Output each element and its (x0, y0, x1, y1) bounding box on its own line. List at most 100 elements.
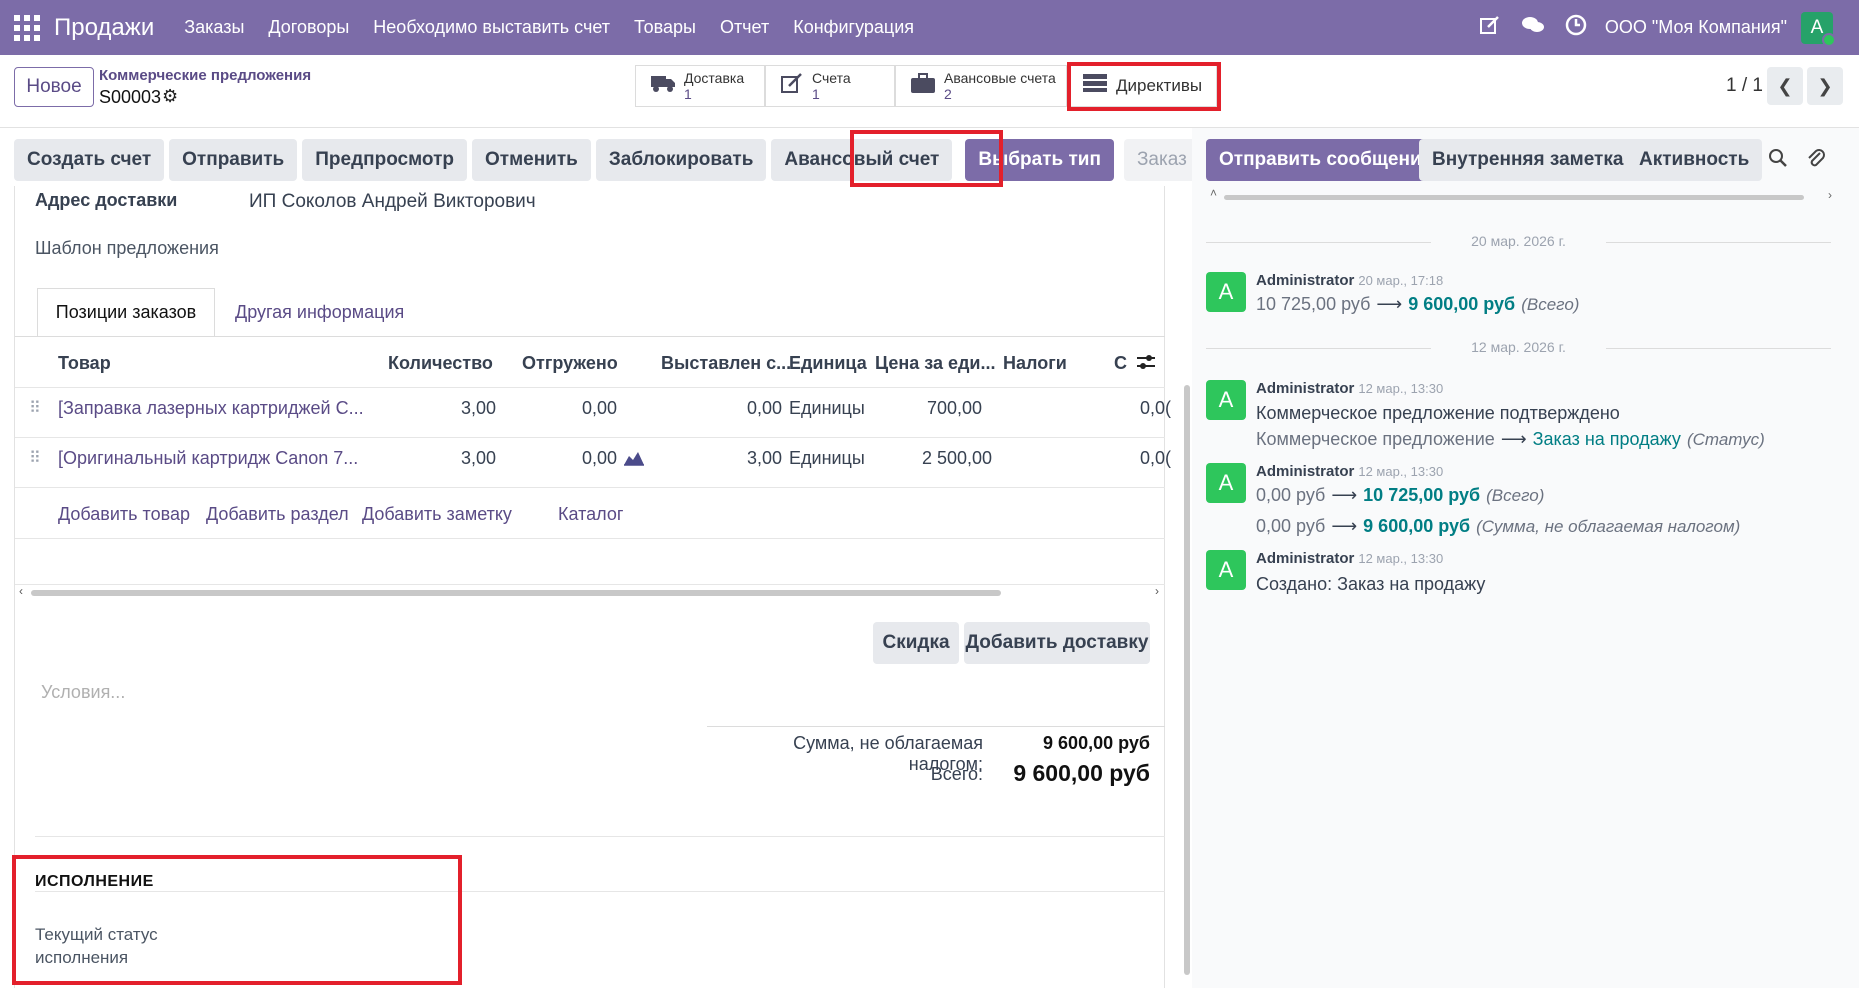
section-divider (35, 836, 1165, 837)
menu-products[interactable]: Товары (634, 17, 696, 38)
preview-button[interactable]: Предпросмотр (302, 139, 467, 181)
scroll-right-icon[interactable]: › (1828, 188, 1832, 202)
menu-report[interactable]: Отчет (720, 17, 769, 38)
breadcrumb-parent[interactable]: Коммерческие предложения (99, 67, 311, 84)
discount-button[interactable]: Скидка (873, 622, 959, 664)
forecast-chart-icon[interactable] (623, 450, 645, 472)
tracking-value: 0,00 руб ⟶ 10 725,00 руб (Всего) (1256, 485, 1545, 505)
template-label: Шаблон предложения (35, 238, 219, 258)
app-name[interactable]: Продажи (54, 14, 154, 42)
chatter-scrollbar[interactable] (1224, 195, 1804, 200)
col-unit-price[interactable]: Цена за еди... (875, 353, 996, 374)
message-time: 12 мар., 13:30 (1358, 381, 1444, 396)
user-avatar[interactable]: A (1801, 11, 1836, 47)
tab-order-lines[interactable]: Позиции заказов (37, 288, 215, 336)
company-switcher[interactable]: ООО "Моя Компания" (1605, 17, 1787, 38)
paperclip-icon[interactable] (1806, 147, 1826, 175)
smart-count: 1 (684, 86, 692, 102)
add-product-link[interactable]: Добавить товар (58, 504, 190, 525)
action-bar: Создать счет Отправить Предпросмотр Отме… (14, 139, 1312, 181)
new-button[interactable]: Новое (14, 67, 94, 107)
create-invoice-button[interactable]: Создать счет (14, 139, 165, 181)
smart-button-invoices[interactable]: Счета 1 (765, 65, 895, 107)
tracking-value: 0,00 руб ⟶ 9 600,00 руб (Сумма, не облагаем… (1256, 516, 1741, 536)
catalog-link[interactable]: Каталог (558, 504, 623, 525)
date-separator: 20 мар. 2026 г. (1206, 233, 1831, 249)
scroll-right-icon[interactable]: › (1155, 584, 1159, 598)
line-qty[interactable]: 3,00 (461, 398, 496, 419)
clock-icon[interactable] (1565, 14, 1587, 42)
pager-prev-button[interactable]: ❮ (1767, 67, 1803, 105)
smart-button-delivery[interactable]: Доставка 1 (635, 65, 765, 107)
col-taxes[interactable]: Налоги (1003, 353, 1067, 374)
menu-to-invoice[interactable]: Необходимо выставить счет (373, 17, 610, 38)
line-qty[interactable]: 3,00 (461, 448, 496, 469)
send-button[interactable]: Отправить (169, 139, 298, 181)
message-author: Administrator 12 мар., 13:30 (1256, 550, 1444, 567)
col-product[interactable]: Товар (58, 353, 111, 374)
col-invoiced[interactable]: Выставлен с... (661, 353, 791, 374)
line-price[interactable]: 2 500,00 (922, 448, 992, 469)
line-product[interactable]: [Заправка лазерных картриджей С... (58, 398, 364, 419)
scroll-left-icon[interactable]: ‹ (19, 584, 23, 598)
control-panel: Новое Коммерческие предложения S00003 ⚙ … (0, 55, 1859, 128)
smart-count: 2 (944, 86, 952, 102)
add-note-link[interactable]: Добавить заметку (362, 504, 512, 525)
row-divider (15, 487, 1165, 488)
message-time: 20 мар., 17:18 (1358, 273, 1444, 288)
menu-configuration[interactable]: Конфигурация (793, 17, 914, 38)
send-message-button[interactable]: Отправить сообщение (1206, 139, 1446, 181)
highlight-fulfillment-section (12, 855, 462, 985)
message-avatar: A (1206, 463, 1246, 503)
activity-button[interactable]: Активность (1626, 139, 1763, 181)
search-icon[interactable] (1768, 148, 1788, 174)
col-quantity[interactable]: Количество (388, 353, 493, 374)
cancel-button[interactable]: Отменить (471, 139, 591, 181)
delivery-address-label: Адрес доставки (35, 190, 178, 210)
menu-orders[interactable]: Заказы (184, 17, 244, 38)
line-invoiced: 3,00 (747, 448, 783, 468)
smart-label: Доставка (684, 70, 745, 86)
smart-label: Счета (812, 70, 851, 86)
gear-icon[interactable]: ⚙ (162, 86, 178, 107)
column-settings-icon[interactable] (1135, 352, 1157, 378)
scroll-up-icon[interactable]: ˄ (1210, 186, 1217, 200)
tab-other-info[interactable]: Другая информация (235, 302, 404, 323)
pager-value[interactable]: 1 / 1 (1726, 75, 1763, 97)
edit-icon[interactable] (1479, 14, 1501, 42)
internal-note-button[interactable]: Внутренняя заметка (1419, 139, 1637, 181)
tab-divider (15, 336, 1165, 337)
line-uom[interactable]: Единицы (789, 448, 865, 469)
menu-contracts[interactable]: Договоры (268, 17, 349, 38)
col-delivered[interactable]: Отгружено (522, 353, 618, 374)
message-time: 12 мар., 13:30 (1358, 464, 1444, 479)
date-separator: 12 мар. 2026 г. (1206, 339, 1831, 355)
highlight-choose-type (850, 130, 1003, 187)
line-delivered[interactable]: 0,00 (582, 448, 617, 469)
line-price[interactable]: 700,00 (927, 398, 982, 419)
add-section-link[interactable]: Добавить раздел (206, 504, 349, 525)
delivery-address-field[interactable]: ИП Соколов Андрей Викторович (249, 191, 536, 213)
vertical-scrollbar[interactable] (1184, 385, 1190, 975)
smart-button-advance-invoices[interactable]: Авансовые счета 2 (895, 65, 1067, 107)
horizontal-scrollbar[interactable] (31, 590, 1001, 596)
terms-field[interactable]: Условия... (41, 682, 125, 703)
drag-handle-icon[interactable]: ⠿ (29, 448, 41, 468)
row-divider (15, 584, 1165, 585)
add-delivery-button[interactable]: Добавить доставку (964, 622, 1150, 664)
row-divider (15, 437, 1165, 438)
drag-handle-icon[interactable]: ⠿ (29, 398, 41, 418)
col-uom[interactable]: Единица (789, 353, 867, 374)
chat-icon[interactable] (1521, 14, 1545, 42)
lock-button[interactable]: Заблокировать (595, 139, 767, 181)
smart-label: Авансовые счета (944, 70, 1056, 86)
line-uom[interactable]: Единицы (789, 398, 865, 419)
line-delivered[interactable]: 0,00 (582, 398, 617, 419)
col-subtotal[interactable]: Сі (1114, 353, 1128, 374)
message-time: 12 мар., 13:30 (1358, 551, 1444, 566)
line-subtotal: 0,0( (1140, 398, 1172, 418)
pager-next-button[interactable]: ❯ (1807, 67, 1843, 105)
message-author: Administrator 12 мар., 13:30 (1256, 380, 1444, 397)
line-product[interactable]: [Оригинальный картридж Canon 7... (58, 448, 358, 469)
apps-menu-icon[interactable] (14, 14, 40, 41)
